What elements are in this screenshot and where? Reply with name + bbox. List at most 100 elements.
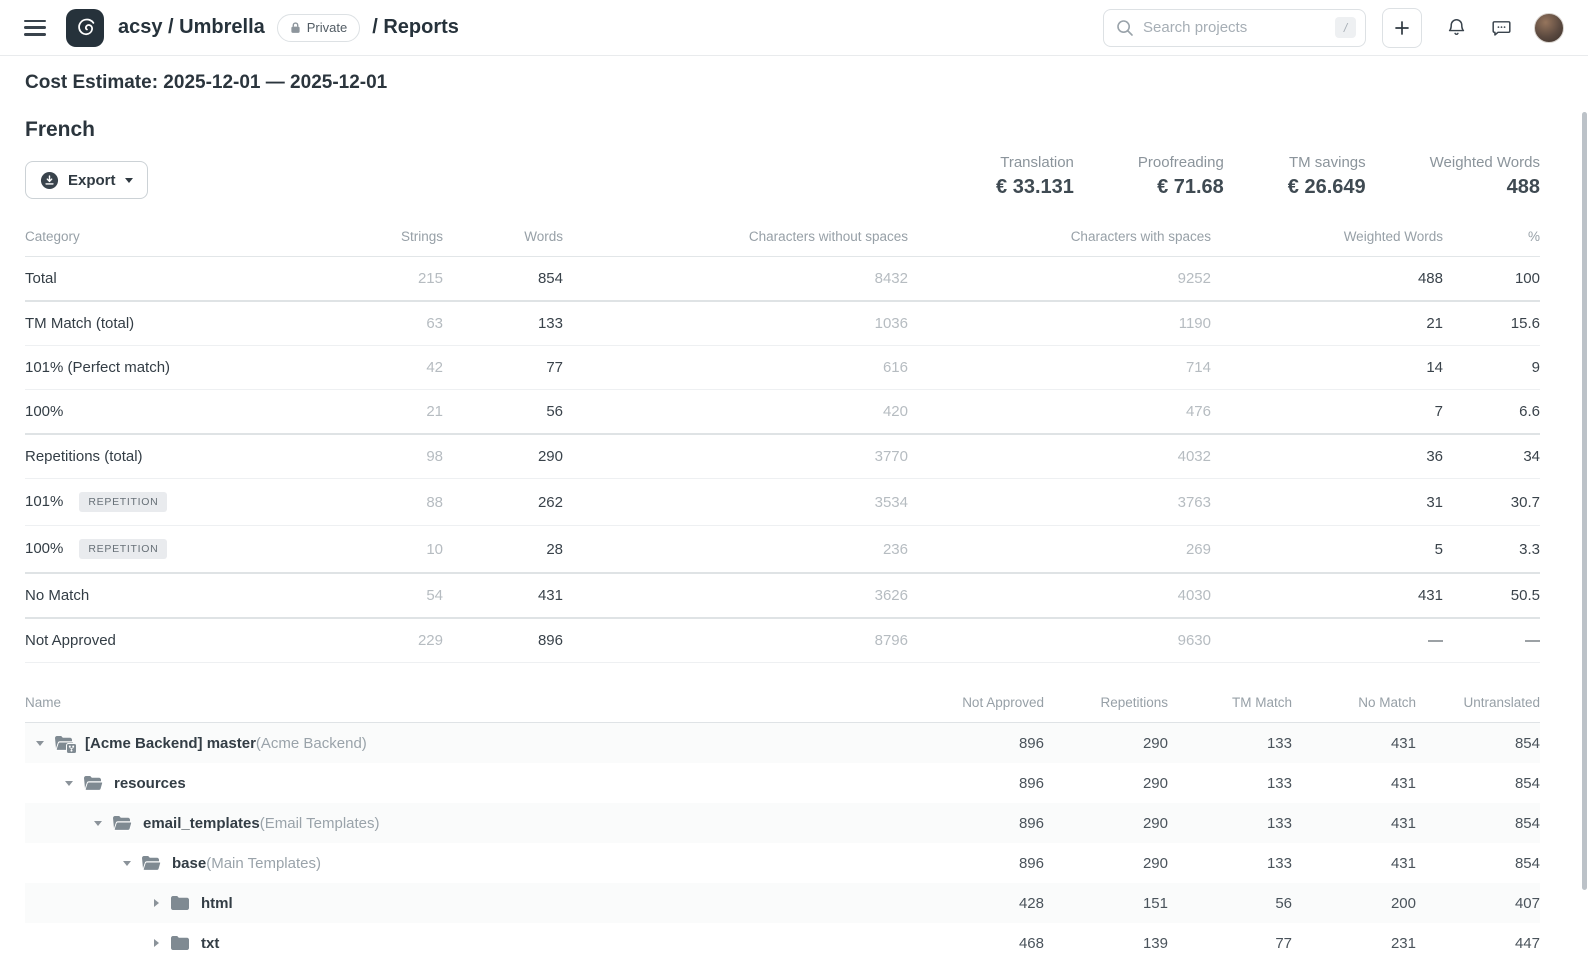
weighted-words-cell: 5 [1211,526,1443,574]
category-label: TM Match (total) [25,315,134,332]
col-strings: Strings [333,219,443,257]
percent-cell: 34 [1443,434,1540,479]
category-label: No Match [25,587,89,604]
file-tree-item[interactable]: resources [25,763,920,803]
file-name: [Acme Backend] master [85,735,256,752]
collapse-caret-icon[interactable] [122,861,132,866]
weighted-words-cell: 488 [1211,257,1443,302]
percent-cell: 30.7 [1443,479,1540,526]
page-scrollbar[interactable] [1582,112,1587,890]
expand-caret-icon[interactable] [151,939,161,947]
chars-without-spaces-cell: 236 [563,526,908,574]
stat-label: Proofreading [1138,154,1224,171]
weighted-words-cell: 7 [1211,390,1443,435]
search-icon [1116,19,1134,37]
file-tree-row[interactable]: html42815156200407 [25,883,1540,923]
messages-button[interactable] [1491,17,1512,38]
tm-match-cell: 133 [1168,763,1292,803]
cost-table-row: Not Approved22989687969630—— [25,618,1540,663]
words-cell: 28 [443,526,563,574]
repetitions-cell: 139 [1044,923,1168,963]
file-tree-row[interactable]: [Acme Backend] master(Acme Backend)89629… [25,723,1540,764]
category-label: Not Approved [25,632,116,649]
strings-cell: 229 [333,618,443,663]
stat-value: € 26.649 [1288,176,1366,199]
strings-cell: 10 [333,526,443,574]
percent-cell: — [1443,618,1540,663]
file-name-suffix: (Email Templates) [260,815,380,832]
strings-cell: 88 [333,479,443,526]
chars-with-spaces-cell: 476 [908,390,1211,435]
toolbar-row: Export Translation € 33.131 Proofreading € … [25,154,1540,199]
breadcrumb-project[interactable]: acsy / Umbrella [118,16,265,39]
not-approved-cell: 468 [920,923,1044,963]
stat-label: Translation [996,154,1074,171]
summary-stat: Weighted Words488 [1430,154,1540,199]
language-heading: French [25,118,1540,142]
name-cell-wrap: resources [25,763,920,803]
chars-without-spaces-cell: 1036 [563,301,908,346]
cost-table-row: 100%REPETITION102823626953.3 [25,526,1540,574]
category-cell: 100%REPETITION [25,526,333,574]
file-tree-item[interactable]: [Acme Backend] master(Acme Backend) [25,723,920,763]
stat-label: TM savings [1288,154,1366,171]
chars-with-spaces-cell: 3763 [908,479,1211,526]
strings-cell: 42 [333,346,443,390]
file-tree-item[interactable]: base(Main Templates) [25,843,920,883]
col-chars-with-spaces: Characters with spaces [908,219,1211,257]
hamburger-menu-icon[interactable] [24,20,46,36]
search-input[interactable] [1143,19,1335,36]
chevron-down-icon [125,178,133,183]
untranslated-cell: 407 [1416,883,1540,923]
bell-icon [1446,17,1467,38]
collapse-caret-icon[interactable] [93,821,103,826]
chars-with-spaces-cell: 4032 [908,434,1211,479]
name-cell-wrap: [Acme Backend] master(Acme Backend) [25,723,920,764]
category-label: 101% (Perfect match) [25,359,170,376]
file-name: txt [201,935,219,952]
stat-value: € 33.131 [996,176,1074,199]
untranslated-cell: 447 [1416,923,1540,963]
words-cell: 431 [443,573,563,618]
file-tree-row[interactable]: base(Main Templates)896290133431854 [25,843,1540,883]
percent-cell: 50.5 [1443,573,1540,618]
category-label: Repetitions (total) [25,448,143,465]
words-cell: 133 [443,301,563,346]
file-name: resources [114,775,186,792]
chat-icon [1491,17,1512,38]
collapse-caret-icon[interactable] [64,781,74,786]
repetition-badge: REPETITION [79,492,167,512]
category-cell: 101% (Perfect match) [25,346,333,390]
breadcrumb: acsy / Umbrella Private / Reports [118,14,459,42]
create-project-button[interactable] [1382,8,1422,48]
repetitions-cell: 290 [1044,763,1168,803]
file-tree-item[interactable]: html [25,883,920,923]
file-tree-item[interactable]: txt [25,923,920,963]
breadcrumb-page[interactable]: / Reports [372,16,459,39]
file-tree-row[interactable]: email_templates(Email Templates)89629013… [25,803,1540,843]
user-avatar[interactable] [1534,13,1564,43]
chars-without-spaces-cell: 8796 [563,618,908,663]
col-category: Category [25,219,333,257]
file-tree-row[interactable]: resources896290133431854 [25,763,1540,803]
strings-cell: 215 [333,257,443,302]
file-tree-row[interactable]: txt46813977231447 [25,923,1540,963]
col-percent: % [1443,219,1540,257]
no-match-cell: 200 [1292,883,1416,923]
crowdin-logo-icon [73,15,98,40]
not-approved-cell: 896 [920,723,1044,764]
tm-match-cell: 133 [1168,803,1292,843]
collapse-caret-icon[interactable] [35,741,45,746]
repetitions-cell: 290 [1044,803,1168,843]
col-repetitions: Repetitions [1044,685,1168,723]
app-logo[interactable] [66,9,104,47]
expand-caret-icon[interactable] [151,899,161,907]
name-cell-wrap: html [25,883,920,923]
export-button[interactable]: Export [25,161,148,199]
cost-table-row: 101% (Perfect match)4277616714149 [25,346,1540,390]
file-tree-item[interactable]: email_templates(Email Templates) [25,803,920,843]
weighted-words-cell: — [1211,618,1443,663]
not-approved-cell: 428 [920,883,1044,923]
search-box: / [1103,9,1366,47]
notifications-button[interactable] [1446,17,1467,38]
